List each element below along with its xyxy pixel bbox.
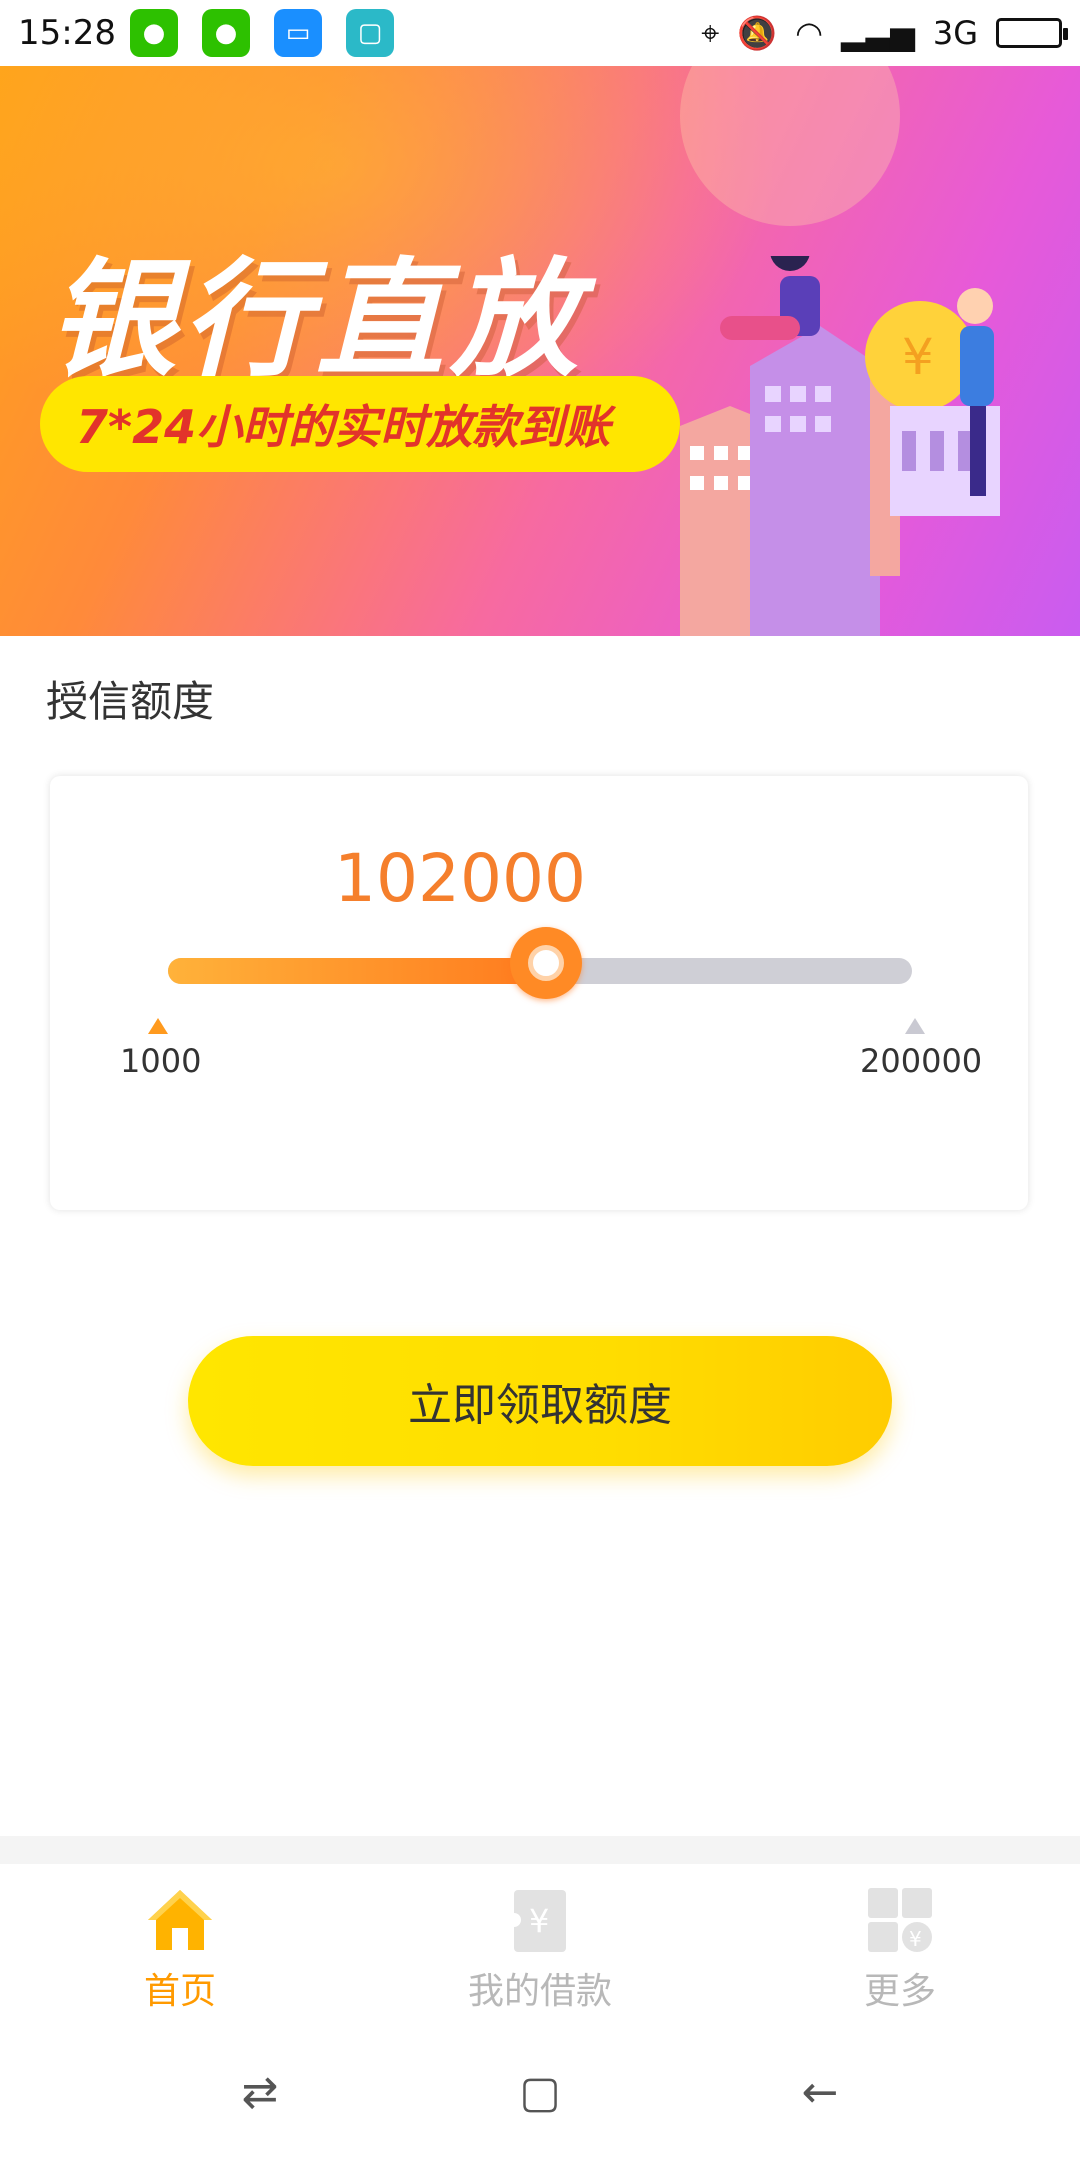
claim-limit-button[interactable]: 立即领取额度 bbox=[188, 1336, 892, 1466]
nav-label-more: 更多 bbox=[863, 1971, 936, 2012]
max-label: 200000 bbox=[860, 1042, 983, 1080]
banner-subtitle: 7*24小时的实时放款到账 bbox=[40, 376, 680, 472]
signal-icon: ▂▃▅ bbox=[841, 14, 915, 52]
svg-text:¥: ¥ bbox=[902, 328, 934, 386]
nav-label-loans: 我的借款 bbox=[467, 1971, 612, 2012]
wifi-icon: ◠ bbox=[795, 14, 824, 52]
home-square-icon[interactable]: ▢ bbox=[510, 2062, 570, 2122]
max-marker-icon bbox=[905, 1018, 925, 1034]
min-label: 1000 bbox=[120, 1042, 202, 1080]
loan-ticket-icon: ¥ bbox=[507, 1890, 566, 1952]
grid-icon: ¥ bbox=[868, 1888, 932, 1952]
section-title: 授信额度 bbox=[46, 677, 215, 726]
mute-icon: 🔕 bbox=[737, 14, 778, 52]
message-icon: ▭ bbox=[273, 9, 322, 57]
svg-text:¥: ¥ bbox=[529, 1902, 549, 1940]
slider-progress bbox=[168, 958, 546, 984]
promo-banner[interactable]: 银行直放 7*24小时的实时放款到账 ¥ bbox=[0, 66, 1080, 636]
wechat-icon: ● bbox=[129, 9, 178, 57]
divider bbox=[0, 1836, 1080, 1864]
battery-icon bbox=[996, 18, 1068, 48]
svg-text:¥: ¥ bbox=[909, 1927, 922, 1951]
min-marker-icon bbox=[148, 1018, 168, 1034]
credit-card: 102000 1000 200000 bbox=[50, 776, 1028, 1210]
nav-item-more[interactable]: ¥ 更多 bbox=[720, 1864, 1080, 2024]
location-icon: ⌖ bbox=[701, 13, 720, 52]
nav-item-loans[interactable]: ¥ 我的借款 bbox=[360, 1864, 720, 2024]
banner-illustration: ¥ bbox=[680, 256, 1000, 636]
scan-icon: ▢ bbox=[345, 9, 394, 57]
wechat-icon: ● bbox=[201, 9, 250, 57]
amount-value: 102000 bbox=[334, 840, 586, 917]
switch-apps-icon[interactable]: ⇄ bbox=[230, 2062, 290, 2122]
home-icon bbox=[148, 1890, 212, 1950]
network-type: 3G bbox=[932, 14, 978, 52]
bottom-nav: 首页 ¥ 我的借款 ¥ 更多 bbox=[0, 1864, 1080, 2024]
nav-item-home[interactable]: 首页 bbox=[0, 1864, 360, 2024]
back-arrow-icon[interactable]: ← bbox=[790, 2062, 850, 2122]
nav-label-home: 首页 bbox=[143, 1971, 216, 2012]
status-bar: 15:28 ● ● ▭ ▢ ⌖ 🔕 ◠ ▂▃▅ 3G bbox=[0, 0, 1080, 66]
banner-title: 银行直放 bbox=[48, 246, 585, 395]
slider-thumb[interactable] bbox=[509, 927, 582, 999]
system-nav-bar: ⇄ ▢ ← bbox=[0, 2024, 1080, 2160]
status-time: 15:28 bbox=[18, 13, 116, 53]
